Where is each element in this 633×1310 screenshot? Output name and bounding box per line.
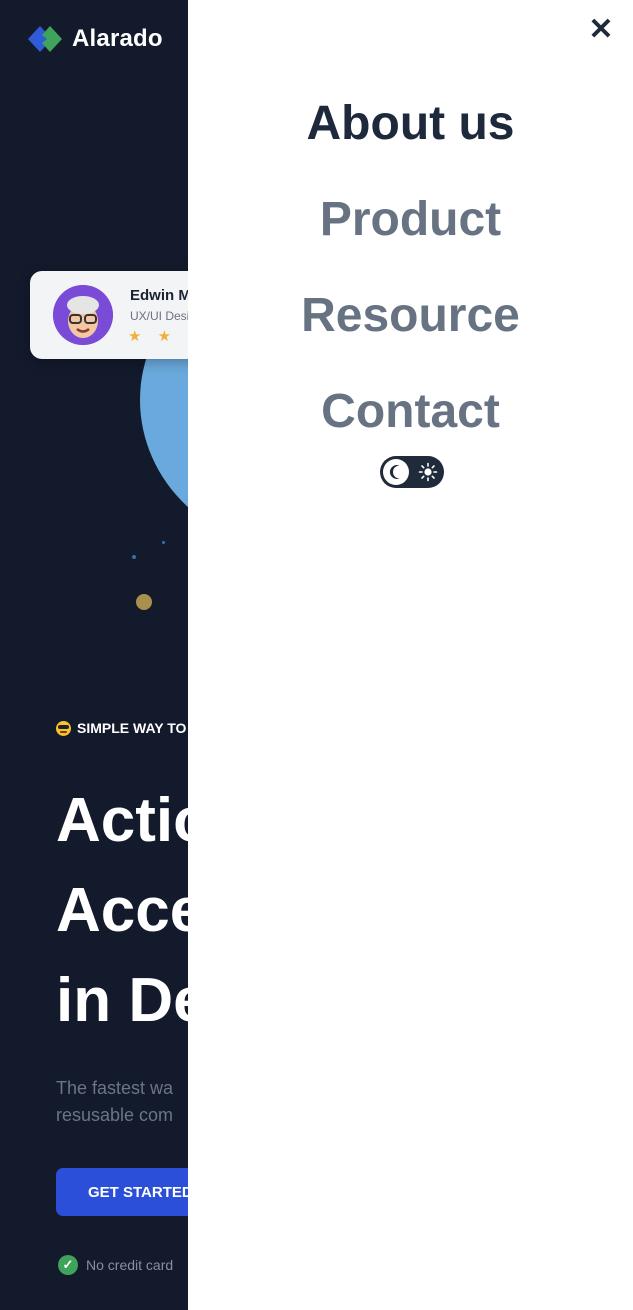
subtext-line: resusable com [56, 1105, 174, 1125]
mobile-nav-drawer: ✕ About us Product Resource Contact [188, 0, 633, 1310]
decor-dot [162, 541, 165, 544]
nav-item-contact[interactable]: Contact [188, 364, 633, 460]
testimonial-name: Edwin M [130, 287, 191, 304]
close-icon[interactable]: ✕ [587, 15, 615, 45]
sunglasses-emoji-icon [56, 720, 71, 736]
testimonial-role: UX/UI Desi [130, 309, 190, 323]
brand-logo[interactable]: Alarado [28, 24, 163, 54]
nav-menu: About us Product Resource Contact [188, 76, 633, 460]
nav-item-resource[interactable]: Resource [188, 268, 633, 364]
decor-dot [132, 555, 136, 559]
nav-item-about-us[interactable]: About us [188, 76, 633, 172]
hero-eyebrow: SIMPLE WAY TO C [56, 720, 200, 736]
logo-icon [28, 24, 62, 54]
eyebrow-text: SIMPLE WAY TO C [77, 720, 201, 736]
avatar [53, 285, 113, 345]
note-text: No credit card [86, 1257, 174, 1273]
sun-icon [418, 462, 438, 482]
theme-toggle[interactable] [380, 456, 444, 488]
no-credit-card-note: ✓ No credit card [58, 1255, 173, 1275]
check-icon: ✓ [58, 1255, 78, 1275]
moon-icon [389, 465, 400, 479]
nav-item-product[interactable]: Product [188, 172, 633, 268]
brand-name: Alarado [72, 25, 163, 52]
decor-dot [136, 594, 152, 610]
subtext-line: The fastest wa [56, 1078, 174, 1098]
hero-subtext: The fastest wa resusable com [56, 1075, 173, 1129]
